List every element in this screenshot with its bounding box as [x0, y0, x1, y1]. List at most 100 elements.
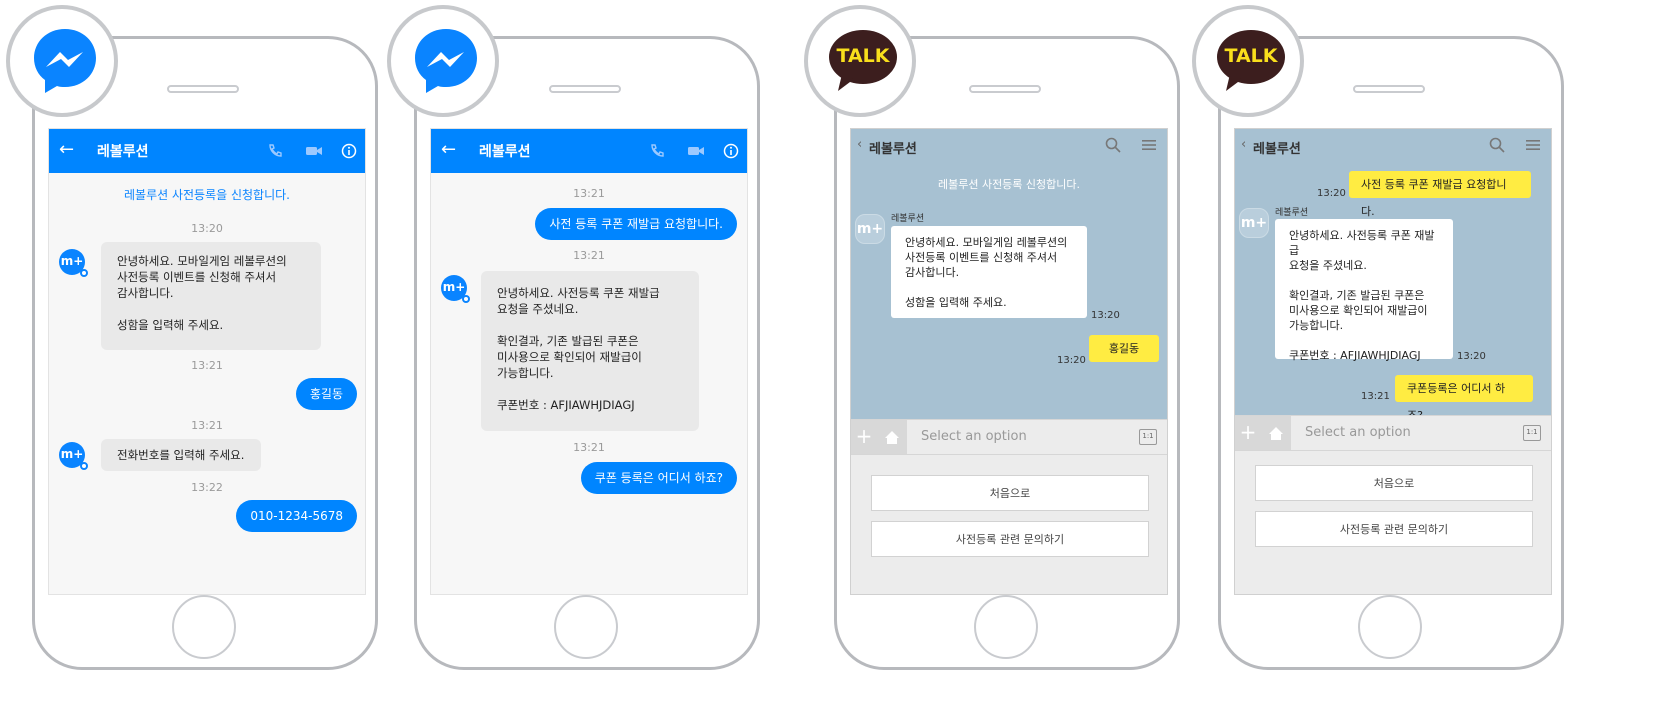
chat-screen: ‹ 레볼루션 레볼루션 사전등록 신청합니다. m+ 레볼루션 안녕하세요. 모… — [850, 128, 1168, 595]
intro-link[interactable]: 레볼루션 사전등록을 신청합니다. — [49, 186, 365, 203]
msg-line — [1289, 333, 1439, 348]
msg-time: 13:20 — [1057, 355, 1086, 366]
avatar-text: m+ — [60, 254, 84, 268]
speaker — [549, 85, 621, 93]
bot-message: 안녕하세요. 모바일게임 레볼루션의 사전등록 이벤트를 신청해 주셔서 감사합… — [101, 242, 321, 350]
kakaotalk-logo-badge: TALK — [804, 5, 916, 117]
timestamp: 13:21 — [191, 419, 223, 432]
chat-header: ‹ 레볼루션 — [851, 129, 1167, 165]
msg-line: 가능합니다. — [1289, 319, 1344, 332]
msg-line: 사전등록 이벤트를 신청해 주셔서 — [905, 251, 1058, 264]
msg-line — [117, 301, 305, 317]
select-option-input[interactable]: Select an option — [921, 429, 1027, 444]
msg-line — [497, 381, 683, 397]
user-reply: 사전 등록 쿠폰 재발급 요청합니다. — [1349, 171, 1531, 218]
msg-line: 요청을 주셨네요. — [497, 302, 579, 316]
back-arrow-icon[interactable]: ← — [59, 139, 74, 160]
search-icon[interactable] — [1105, 137, 1121, 153]
bot-avatar: m+ — [1239, 208, 1269, 238]
option-button-home[interactable]: 처음으로 — [1255, 465, 1533, 501]
input-bar: + Select an option 1:1 — [1235, 415, 1551, 451]
chat-title: 레볼루션 — [479, 144, 531, 160]
msg-line: 미사용으로 확인되어 재발급이 — [1289, 304, 1428, 317]
msg-line — [497, 317, 683, 333]
chat-title: 레볼루션 — [97, 144, 149, 160]
info-icon[interactable] — [341, 143, 357, 159]
timestamp: 13:21 — [573, 249, 605, 262]
msg-line: 안녕하세요. 사전등록 쿠폰 재발급 — [1289, 229, 1435, 257]
info-icon[interactable] — [723, 143, 739, 159]
msg-line: 감사합니다. — [117, 286, 174, 300]
bot-avatar: m+ — [59, 442, 88, 470]
timestamp: 13:21 — [573, 441, 605, 454]
msg-line: 사전등록 이벤트를 신청해 주셔서 — [117, 270, 277, 284]
select-option-input[interactable]: Select an option — [1305, 425, 1411, 440]
chat-header: ‹ 레볼루션 — [1235, 129, 1551, 165]
avatar-text: m+ — [442, 280, 466, 294]
intro-text: 레볼루션 사전등록 신청합니다. — [937, 178, 1081, 191]
msg-line: 성함을 입력해 주세요. — [117, 318, 224, 332]
msg-line: 안녕하세요. 사전등록 쿠폰 재발급 — [497, 286, 660, 300]
user-reply: 010-1234-5678 — [236, 500, 357, 532]
options-panel: 처음으로 사전등록 관련 문의하기 — [851, 455, 1167, 594]
timestamp: 13:22 — [191, 481, 223, 494]
phone-icon[interactable] — [649, 143, 665, 159]
messenger-logo-badge — [6, 5, 118, 117]
video-icon[interactable] — [305, 143, 323, 159]
msg-line: 성함을 입력해 주세요. — [905, 296, 1007, 309]
timestamp: 13:20 — [191, 222, 223, 235]
plus-icon[interactable]: + — [1235, 416, 1261, 450]
chat-screen: ← 레볼루션 13:21 사전 등록 쿠폰 재발급 요청합니다. 13:21 m… — [430, 128, 748, 595]
home-button[interactable] — [1358, 595, 1422, 659]
bot-avatar: m+ — [855, 214, 885, 244]
plus-icon[interactable]: + — [851, 420, 877, 454]
video-icon[interactable] — [687, 143, 705, 159]
chat-title: 레볼루션 — [869, 142, 917, 157]
menu-icon[interactable] — [1525, 137, 1541, 153]
messenger-logo-icon — [34, 29, 96, 93]
home-button[interactable] — [554, 595, 618, 659]
chat-title: 레볼루션 — [1253, 142, 1301, 157]
msg-line: 쿠폰번호 : AFJIAWHJDIAGJ — [497, 398, 635, 412]
chat-header: ← 레볼루션 — [49, 129, 365, 173]
talk-logo-text: TALK — [1224, 45, 1278, 67]
sender-name: 레볼루션 — [891, 214, 925, 224]
phone-messenger-1: ← 레볼루션 레볼루션 사전등록을 신청합니다. 13:20 m+ 안녕하세요.… — [32, 36, 378, 670]
chat-screen: ← 레볼루션 레볼루션 사전등록을 신청합니다. 13:20 m+ 안녕하세요.… — [48, 128, 366, 595]
search-icon[interactable] — [1489, 137, 1505, 153]
timestamp: 13:21 — [191, 359, 223, 372]
bot-message: 안녕하세요. 사전등록 쿠폰 재발급 요청을 주셨네요. 확인결과, 기존 발급… — [1275, 219, 1453, 362]
home-button[interactable] — [172, 595, 236, 659]
keyboard-icon[interactable]: 1:1 — [1523, 425, 1541, 441]
home-button[interactable] — [974, 595, 1038, 659]
msg-time: 13:20 — [1091, 310, 1120, 321]
keyboard-icon[interactable]: 1:1 — [1139, 429, 1157, 445]
back-arrow-icon[interactable]: ‹ — [1241, 137, 1246, 152]
option-button-inquiry[interactable]: 사전등록 관련 문의하기 — [871, 521, 1149, 557]
phone-messenger-2: ← 레볼루션 13:21 사전 등록 쿠폰 재발급 요청합니다. 13:21 m… — [414, 36, 760, 670]
option-button-inquiry[interactable]: 사전등록 관련 문의하기 — [1255, 511, 1533, 547]
messenger-logo-badge — [387, 5, 499, 117]
phone-icon[interactable] — [267, 143, 283, 159]
home-icon[interactable] — [877, 420, 907, 454]
bot-avatar: m+ — [59, 249, 88, 277]
back-arrow-icon[interactable]: ← — [441, 139, 456, 160]
chat-screen: ‹ 레볼루션 13:20 사전 등록 쿠폰 재발급 요청합니다. m+ 레볼루션… — [1234, 128, 1552, 595]
msg-line: 확인결과, 기존 발급된 쿠폰은 — [497, 334, 639, 348]
msg-line: 감사합니다. — [905, 266, 960, 279]
menu-icon[interactable] — [1141, 137, 1157, 153]
bot-message: 안녕하세요. 사전등록 쿠폰 재발급 요청을 주셨네요. 확인결과, 기존 발급… — [481, 271, 699, 431]
speaker — [167, 85, 239, 93]
msg-line: 미사용으로 확인되어 재발급이 — [497, 350, 642, 364]
msg-time: 13:21 — [1361, 391, 1390, 402]
home-icon[interactable] — [1261, 416, 1291, 450]
msg-line — [905, 280, 1073, 295]
input-bar: + Select an option 1:1 — [851, 419, 1167, 455]
messenger-logo-icon — [415, 29, 477, 93]
sender-name: 레볼루션 — [1275, 208, 1309, 218]
msg-line: 요청을 주셨네요. — [1289, 259, 1367, 272]
msg-line: 쿠폰번호 : AFJIAWHJDIAGJ — [1289, 349, 1421, 362]
speaker — [969, 85, 1041, 93]
option-button-home[interactable]: 처음으로 — [871, 475, 1149, 511]
back-arrow-icon[interactable]: ‹ — [857, 137, 862, 152]
